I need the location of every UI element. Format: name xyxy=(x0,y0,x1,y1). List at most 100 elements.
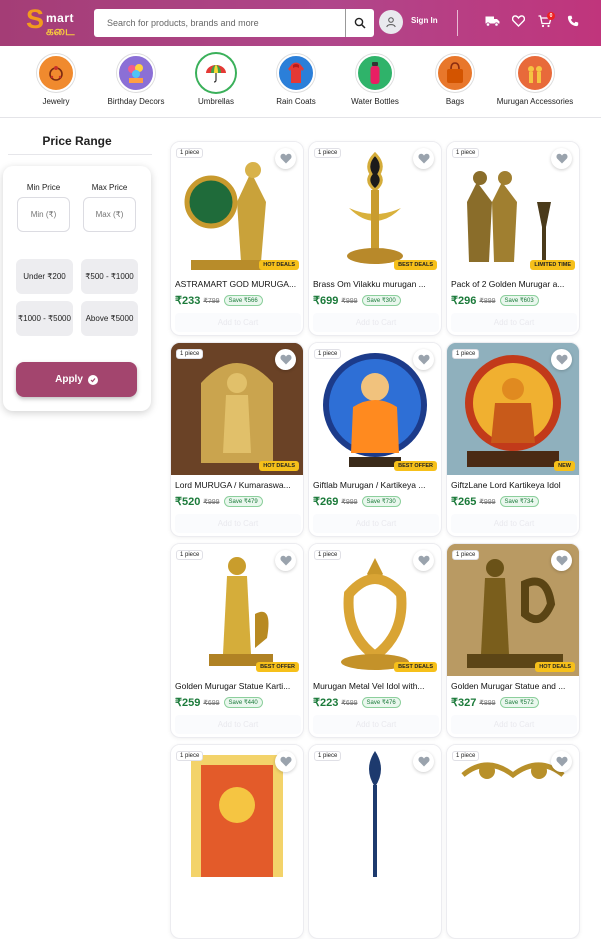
category-label: Jewelry xyxy=(42,97,70,106)
range-above-5000-button[interactable]: Above ₹5000 xyxy=(81,301,138,336)
add-to-cart-button[interactable]: Add to Cart xyxy=(313,514,439,533)
product-image[interactable]: 1 piece NEW xyxy=(447,343,579,475)
wishlist-button[interactable] xyxy=(551,349,572,370)
search-input[interactable] xyxy=(94,9,345,37)
min-price-input[interactable] xyxy=(17,197,70,232)
heart-icon xyxy=(555,354,568,365)
category-water-bottles[interactable]: Water Bottles xyxy=(335,54,415,106)
add-to-cart-button[interactable]: Add to Cart xyxy=(175,715,301,734)
product-image[interactable]: 1 piece BEST DEALS xyxy=(309,544,441,676)
wishlist-button[interactable] xyxy=(275,751,296,772)
price-range-title: Price Range xyxy=(42,134,112,148)
phone-icon[interactable] xyxy=(565,13,581,29)
product-name[interactable]: Giftlab Murugan / Kartikeya ... xyxy=(313,480,439,490)
category-birthday-decors[interactable]: Birthday Decors xyxy=(96,54,176,106)
add-to-cart-button[interactable]: Add to Cart xyxy=(175,313,301,332)
product-image[interactable]: 1 piece BEST OFFER xyxy=(171,544,303,676)
heart-icon xyxy=(555,756,568,767)
product-image[interactable]: 1 piece xyxy=(447,745,579,877)
product-image[interactable]: 1 piece HOT DEALS xyxy=(171,343,303,475)
wishlist-button[interactable] xyxy=(275,550,296,571)
wishlist-button[interactable] xyxy=(275,349,296,370)
sale-price: ₹520 xyxy=(175,496,201,508)
wishlist-button[interactable] xyxy=(413,148,434,169)
wishlist-button[interactable] xyxy=(413,751,434,772)
search-button[interactable] xyxy=(345,9,374,37)
bag-icon xyxy=(436,54,474,92)
heart-icon xyxy=(555,555,568,566)
product-image[interactable]: 1 piece xyxy=(171,745,303,877)
sale-price: ₹223 xyxy=(313,697,339,709)
wishlist-button[interactable] xyxy=(551,751,572,772)
product-image[interactable]: 1 piece HOT DEALS xyxy=(171,142,303,274)
product-image[interactable]: 1 piece xyxy=(309,745,441,877)
savings-text: Save ₹300 xyxy=(366,298,396,304)
wishlist-button[interactable] xyxy=(551,550,572,571)
price-row: ₹223 ₹699 Save ₹476 xyxy=(313,696,401,709)
product-image[interactable]: 1 piece BEST OFFER xyxy=(309,343,441,475)
wishlist-button[interactable] xyxy=(551,148,572,169)
product-image[interactable]: 1 piece HOT DEALS xyxy=(447,544,579,676)
original-price: ₹699 xyxy=(341,699,358,707)
product-name[interactable]: Pack of 2 Golden Murugar a... xyxy=(451,279,577,289)
product-name[interactable]: Golden Murugar Statue and ... xyxy=(451,681,577,691)
category-label: Rain Coats xyxy=(276,97,316,106)
delivery-truck-icon[interactable] xyxy=(484,13,500,29)
product-card[interactable]: 1 piece xyxy=(170,744,304,939)
add-to-cart-button[interactable]: Add to Cart xyxy=(313,715,439,734)
header-divider xyxy=(457,10,458,36)
product-card[interactable]: 1 piece BEST OFFER Golden Murugar Statue… xyxy=(170,543,304,738)
category-jewelry[interactable]: Jewelry xyxy=(16,54,96,106)
product-card[interactable]: 1 piece BEST DEALS Brass Om Vilakku muru… xyxy=(308,141,442,336)
product-card[interactable]: 1 piece BEST OFFER Giftlab Murugan / Kar… xyxy=(308,342,442,537)
category-rain-coats[interactable]: Rain Coats xyxy=(256,54,336,106)
product-card[interactable]: 1 piece HOT DEALS ASTRAMART GOD MURUGA..… xyxy=(170,141,304,336)
product-name[interactable]: Golden Murugar Statue Karti... xyxy=(175,681,301,691)
add-to-cart-button[interactable]: Add to Cart xyxy=(451,715,577,734)
product-card[interactable]: 1 piece LIMITED TIME Pack of 2 Golden Mu… xyxy=(446,141,580,336)
add-to-cart-button[interactable]: Add to Cart xyxy=(313,313,439,332)
product-card[interactable]: 1 piece HOT DEALS Lord MURUGA / Kumarasw… xyxy=(170,342,304,537)
category-bags[interactable]: Bags xyxy=(415,54,495,106)
max-price-label: Max Price xyxy=(91,183,128,192)
range-500-1000-button[interactable]: ₹500 - ₹1000 xyxy=(81,259,138,294)
site-logo[interactable]: S mart கடை xyxy=(26,4,90,40)
max-price-input[interactable] xyxy=(83,197,136,232)
heart-icon xyxy=(417,555,430,566)
product-card[interactable]: 1 piece NEW GiftzLane Lord Kartikeya Ido… xyxy=(446,342,580,537)
sale-price: ₹259 xyxy=(175,697,201,709)
add-to-cart-button[interactable]: Add to Cart xyxy=(451,313,577,332)
price-row: ₹699 ₹999 Save ₹300 xyxy=(313,294,401,307)
apply-button[interactable]: Apply xyxy=(16,362,137,397)
range-under-200-button[interactable]: Under ₹200 xyxy=(16,259,73,294)
product-image[interactable]: 1 piece BEST DEALS xyxy=(309,142,441,274)
product-name[interactable]: Brass Om Vilakku murugan ... xyxy=(313,279,439,289)
user-avatar[interactable] xyxy=(379,10,403,34)
product-name[interactable]: Murugan Metal Vel Idol with... xyxy=(313,681,439,691)
wishlist-heart-icon[interactable] xyxy=(510,13,526,29)
wishlist-button[interactable] xyxy=(413,349,434,370)
product-name[interactable]: ASTRAMART GOD MURUGA... xyxy=(175,279,301,289)
add-to-cart-button[interactable]: Add to Cart xyxy=(451,514,577,533)
product-card[interactable]: 1 piece BEST DEALS Murugan Metal Vel Ido… xyxy=(308,543,442,738)
logo-mart: mart xyxy=(46,11,75,25)
umbrella-icon xyxy=(197,54,235,92)
savings-badge: Save ₹440 xyxy=(223,697,263,708)
product-card[interactable]: 1 piece HOT DEALS Golden Murugar Statue … xyxy=(446,543,580,738)
product-name[interactable]: GiftzLane Lord Kartikeya Idol xyxy=(451,480,577,490)
wishlist-button[interactable] xyxy=(275,148,296,169)
range-1000-5000-button[interactable]: ₹1000 - ₹5000 xyxy=(16,301,73,336)
savings-badge: Save ₹300 xyxy=(361,295,401,306)
sign-in-link[interactable]: Sign In xyxy=(411,16,438,25)
product-name[interactable]: Lord MURUGA / Kumaraswa... xyxy=(175,480,301,490)
product-image[interactable]: 1 piece LIMITED TIME xyxy=(447,142,579,274)
category-murugan-accessories[interactable]: Murugan Accessories xyxy=(495,54,575,106)
product-card[interactable]: 1 piece xyxy=(308,744,442,939)
add-to-cart-button[interactable]: Add to Cart xyxy=(175,514,301,533)
original-price: ₹999 xyxy=(479,498,496,506)
min-price-label: Min Price xyxy=(26,183,61,192)
wishlist-button[interactable] xyxy=(413,550,434,571)
category-umbrellas[interactable]: Umbrellas xyxy=(176,54,256,106)
product-card[interactable]: 1 piece xyxy=(446,744,580,939)
water-bottle-icon xyxy=(356,54,394,92)
